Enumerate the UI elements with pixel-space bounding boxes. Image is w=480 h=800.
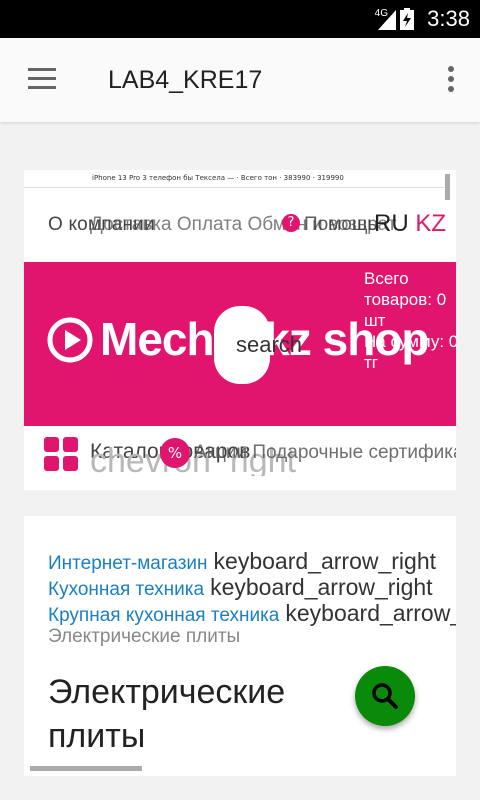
search-label: search [236, 332, 303, 357]
signal-icon [378, 10, 396, 30]
arrow-right-label: keyboard_arrow_right [285, 600, 456, 626]
search-icon [372, 683, 398, 709]
language-ru[interactable]: RU [374, 210, 409, 237]
help-link[interactable]: Помощь [304, 214, 377, 236]
vertical-scrollbar[interactable] [445, 174, 450, 200]
app-bar: LAB4_KRE17 [0, 38, 480, 122]
battery-charging-icon [400, 8, 414, 30]
horizontal-scrollbar[interactable] [30, 766, 142, 771]
brand-header: Mechta.kz shop search Всего товаров: 0 ш… [24, 262, 456, 426]
search-fab-button[interactable] [355, 666, 415, 726]
breadcrumb-item[interactable]: Интернет-магазин keyboard_arrow_right [48, 548, 436, 575]
top-info-line: О компании Доставка Оплата Обмен и возвр… [48, 210, 456, 244]
cart-total-sum: На сумму: 0 тг [364, 332, 456, 372]
breadcrumb-link[interactable]: Крупная кухонная техника [48, 605, 279, 626]
discount-icon: % [160, 438, 190, 468]
breadcrumb-card: Интернет-магазин keyboard_arrow_right Кух… [24, 516, 456, 776]
breadcrumb-link[interactable]: Интернет-магазин [48, 553, 208, 574]
breadcrumb-link[interactable]: Кухонная техника [48, 579, 204, 600]
more-vert-icon[interactable] [448, 66, 454, 94]
menu-icon[interactable] [28, 68, 56, 90]
app-title: LAB4_KRE17 [108, 66, 263, 94]
breadcrumb-current: Электрические плиты [48, 626, 241, 647]
clock: 3:38 [427, 6, 470, 31]
cart-items-count: Всего товаров: 0 шт [364, 269, 447, 330]
breadcrumb-item[interactable]: Кухонная техника keyboard_arrow_right [48, 574, 433, 601]
help-icon: ? [282, 214, 300, 232]
category-nav: Каталог товаров chevron_right % Акции По… [44, 432, 456, 476]
arrow-right-label: keyboard_arrow_right [213, 548, 436, 574]
play-logo-icon [47, 317, 93, 363]
web-content-card[interactable]: iPhone 13 Pro 3 телефон бы Тексела — · В… [24, 170, 456, 490]
language-switch[interactable]: RU KZ [374, 210, 446, 238]
page-preview-strip: iPhone 13 Pro 3 телефон бы Тексела — · В… [24, 170, 444, 188]
language-kz[interactable]: KZ [415, 210, 446, 237]
arrow-right-label: keyboard_arrow_right [210, 574, 433, 600]
breadcrumb-item[interactable]: Крупная кухонная техника keyboard_arrow_r… [48, 600, 456, 627]
promo-links[interactable]: Акции Подарочные сертификаты [194, 442, 456, 464]
page-title: Электрические плиты [48, 673, 286, 755]
cart-summary[interactable]: Всего товаров: 0 шт На сумму: 0 тг [364, 268, 456, 373]
status-bar: 4G 3:38 [0, 0, 480, 38]
catalog-grid-icon[interactable] [44, 437, 78, 471]
